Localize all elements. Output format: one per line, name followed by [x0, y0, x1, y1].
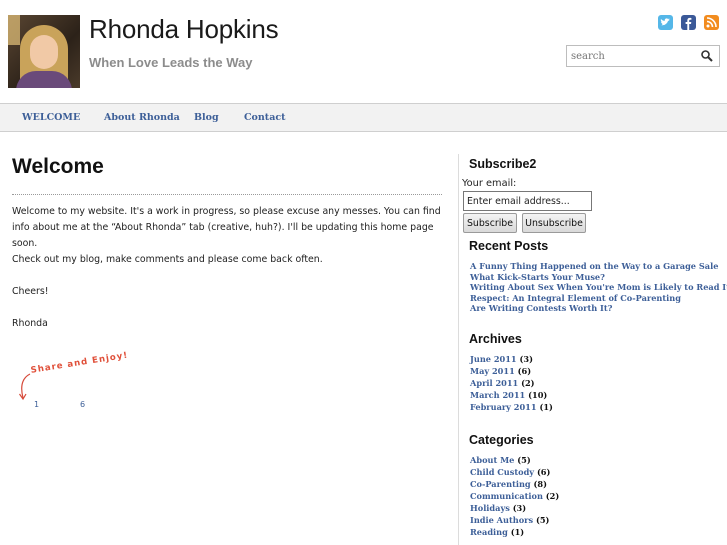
subscribe-title: Subscribe2	[469, 157, 537, 171]
email-label: Your email:	[462, 178, 517, 189]
archive-count: (2)	[521, 378, 535, 388]
recent-post-link[interactable]: Are Writing Contests Worth It?	[470, 303, 612, 313]
archives-title: Archives	[469, 332, 522, 346]
sidebar-divider	[458, 154, 459, 545]
category-link[interactable]: Child Custody	[470, 467, 534, 477]
category-count: (1)	[510, 527, 525, 537]
author-avatar	[8, 15, 80, 88]
site-title[interactable]: Rhonda Hopkins	[89, 14, 279, 45]
recent-posts-title: Recent Posts	[469, 239, 549, 253]
blog-paragraph: Check out my blog, make comments and ple…	[12, 254, 323, 265]
category-count: (2)	[545, 491, 560, 501]
nav-contact[interactable]: Contact	[244, 112, 286, 123]
category-item: Co-Parenting (8)	[470, 479, 547, 489]
category-item: Reading (1)	[470, 527, 524, 537]
archive-count: (6)	[517, 366, 532, 376]
signature-paragraph: Rhonda	[12, 318, 48, 329]
recent-post-link[interactable]: Writing About Sex When You're Mom is Lik…	[470, 282, 727, 292]
share-label: Share and Enjoy!	[30, 350, 129, 376]
search-box	[566, 45, 720, 67]
email-field	[463, 191, 592, 211]
rss-icon[interactable]	[704, 15, 719, 30]
archive-item: April 2011 (2)	[470, 378, 535, 388]
category-count: (5)	[517, 455, 531, 465]
category-item: About Me (5)	[470, 455, 531, 465]
main-nav: WELCOME About Rhonda Blog Contact	[0, 103, 727, 132]
facebook-icon[interactable]	[681, 15, 696, 30]
category-count: (8)	[533, 479, 547, 489]
archive-item: February 2011 (1)	[470, 402, 553, 412]
recent-post-link[interactable]: What Kick-Starts Your Muse?	[470, 272, 605, 282]
archive-count: (1)	[539, 402, 553, 412]
archive-item: May 2011 (6)	[470, 366, 531, 376]
archive-item: March 2011 (10)	[470, 390, 547, 400]
nav-welcome[interactable]: WELCOME	[22, 112, 80, 123]
archive-count: (10)	[528, 390, 548, 400]
share-and-enjoy: Share and Enjoy! 1 6	[18, 351, 168, 409]
search-input[interactable]	[571, 48, 697, 64]
archive-link[interactable]: May 2011	[470, 366, 515, 376]
category-count: (5)	[535, 515, 550, 525]
archive-item: June 2011 (3)	[470, 354, 533, 364]
category-link[interactable]: Communication	[470, 491, 543, 501]
nav-blog[interactable]: Blog	[194, 112, 219, 123]
archive-link[interactable]: June 2011	[470, 354, 517, 364]
site-tagline: When Love Leads the Way	[89, 55, 253, 70]
page-title: Welcome	[12, 155, 104, 178]
archive-link[interactable]: April 2011	[470, 378, 518, 388]
category-link[interactable]: Indie Authors	[470, 515, 533, 525]
twitter-icon[interactable]	[658, 15, 673, 30]
category-link[interactable]: Reading	[470, 527, 508, 537]
unsubscribe-button[interactable]: Unsubscribe	[522, 213, 586, 233]
share-count-1[interactable]: 1	[34, 400, 39, 409]
category-link[interactable]: About Me	[470, 455, 514, 465]
category-link[interactable]: Co-Parenting	[470, 479, 531, 489]
title-divider	[12, 194, 442, 195]
subscribe-button[interactable]: Subscribe	[463, 213, 517, 233]
cheers-paragraph: Cheers!	[12, 286, 49, 297]
search-icon[interactable]	[700, 49, 714, 63]
category-count: (3)	[512, 503, 527, 513]
archive-link[interactable]: March 2011	[470, 390, 525, 400]
categories-title: Categories	[469, 433, 534, 447]
nav-about-rhonda[interactable]: About Rhonda	[104, 112, 180, 123]
category-item: Child Custody (6)	[470, 467, 550, 477]
email-input[interactable]	[467, 193, 587, 209]
recent-post-link[interactable]: A Funny Thing Happened on the Way to a G…	[470, 261, 718, 271]
category-count: (6)	[536, 467, 551, 477]
category-item: Communication (2)	[470, 491, 559, 501]
category-item: Holidays (3)	[470, 503, 526, 513]
archive-count: (3)	[519, 354, 533, 364]
category-item: Indie Authors (5)	[470, 515, 549, 525]
intro-paragraph: Welcome to my website. It's a work in pr…	[12, 206, 441, 249]
category-link[interactable]: Holidays	[470, 503, 510, 513]
archive-link[interactable]: February 2011	[470, 402, 537, 412]
recent-post-link[interactable]: Respect: An Integral Element of Co-Paren…	[470, 293, 681, 303]
share-count-2[interactable]: 6	[80, 400, 85, 409]
